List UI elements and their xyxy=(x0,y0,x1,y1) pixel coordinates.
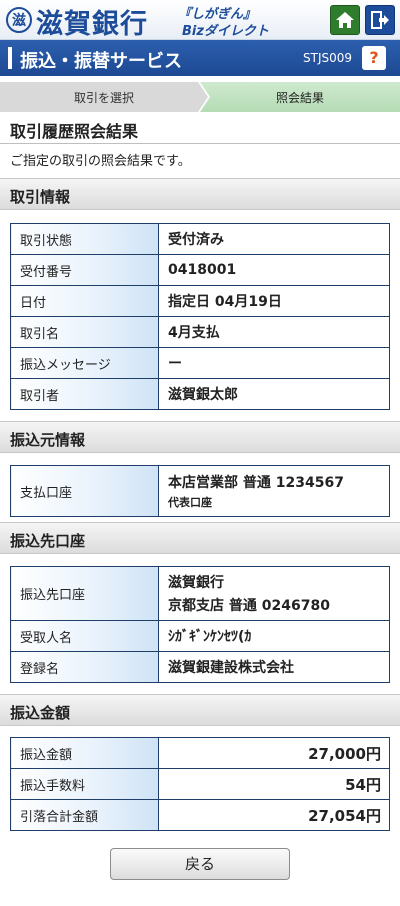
step-result: 照会結果 xyxy=(200,82,400,112)
table-row: 引落合計金額 27,054円 xyxy=(10,799,390,831)
row-value: 本店営業部 普通 1234567 代表口座 xyxy=(158,465,390,517)
row-label: 登録名 xyxy=(10,651,159,683)
row-label: 日付 xyxy=(10,285,159,317)
table-row: 受取人名 ｼｶﾞｷﾞﾝｹﾝｾﾂ(ｶ xyxy=(10,620,390,652)
section-heading: 振込元情報 xyxy=(10,431,86,449)
row-value: ー xyxy=(158,347,390,379)
step-result-label: 照会結果 xyxy=(275,90,324,105)
row-value: 受付済み xyxy=(158,223,390,255)
section-source-info: 振込元情報 xyxy=(0,421,400,453)
logout-button[interactable] xyxy=(365,5,395,35)
table-row: 支払口座 本店営業部 普通 1234567 代表口座 xyxy=(10,465,390,517)
dest-bank: 滋賀銀行 xyxy=(168,575,224,591)
row-value: 滋賀銀建設株式会社 xyxy=(158,651,390,683)
service-title-bar: 振込・振替サービス STJS009 ? xyxy=(0,40,400,76)
source-info-table: 支払口座 本店営業部 普通 1234567 代表口座 xyxy=(10,465,390,517)
table-row: 登録名 滋賀銀建設株式会社 xyxy=(10,651,390,683)
section-heading: 振込先口座 xyxy=(10,532,86,550)
row-label: 振込メッセージ xyxy=(10,347,159,379)
row-label: 支払口座 xyxy=(10,465,159,517)
row-label: 受取人名 xyxy=(10,620,159,652)
table-row: 振込先口座 滋賀銀行 京都支店 普通 0246780 xyxy=(10,566,390,621)
row-label: 受付番号 xyxy=(10,254,159,286)
row-value: 4月支払 xyxy=(158,316,390,348)
section-heading: 振込金額 xyxy=(10,704,71,722)
home-button[interactable] xyxy=(330,5,360,35)
page-heading: 取引履歴照会結果 xyxy=(0,112,400,144)
section-transaction-info: 取引情報 xyxy=(0,178,400,210)
help-button[interactable]: ? xyxy=(362,46,386,70)
row-value: 54円 xyxy=(158,768,390,800)
account-text: 本店営業部 普通 1234567 xyxy=(168,475,344,491)
row-value: 0418001 xyxy=(158,254,390,286)
table-row: 日付 指定日 04月19日 xyxy=(10,285,390,317)
bank-logo-icon: 滋 xyxy=(6,7,32,33)
table-row: 振込金額 27,000円 xyxy=(10,737,390,769)
row-value: 滋賀銀行 京都支店 普通 0246780 xyxy=(158,566,390,621)
logout-icon xyxy=(371,11,389,29)
bank-name: 滋賀銀行 xyxy=(36,9,148,40)
table-row: 振込メッセージ ー xyxy=(10,347,390,379)
row-value: 27,054円 xyxy=(158,799,390,831)
row-value: 指定日 04月19日 xyxy=(158,285,390,317)
row-value: 27,000円 xyxy=(158,737,390,769)
dest-branch-account: 京都支店 普通 0246780 xyxy=(168,598,330,614)
row-label: 振込金額 xyxy=(10,737,159,769)
row-label: 取引状態 xyxy=(10,223,159,255)
brand-line2: Bizダイレクト xyxy=(182,24,269,39)
page-title: 振込・振替サービス xyxy=(20,51,182,72)
row-value: 滋賀銀太郎 xyxy=(158,378,390,410)
transaction-info-table: 取引状態 受付済み 受付番号 0418001 日付 指定日 04月19日 取引名… xyxy=(10,223,390,410)
row-label: 振込手数料 xyxy=(10,768,159,800)
section-heading: 取引情報 xyxy=(10,188,71,206)
title-accent xyxy=(8,47,12,69)
section-amount: 振込金額 xyxy=(0,694,400,726)
step-select: 取引を選択 xyxy=(0,82,208,112)
row-label: 引落合計金額 xyxy=(10,799,159,831)
row-value: ｼｶﾞｷﾞﾝｹﾝｾﾂ(ｶ xyxy=(158,620,390,652)
table-row: 取引名 4月支払 xyxy=(10,316,390,348)
section-destination: 振込先口座 xyxy=(0,522,400,554)
step-indicator: 照会結果 取引を選択 xyxy=(0,82,400,112)
table-row: 取引状態 受付済み xyxy=(10,223,390,255)
table-row: 取引者 滋賀銀太郎 xyxy=(10,378,390,410)
account-sub-label: 代表口座 xyxy=(168,496,212,509)
intro-text: ご指定の取引の照会結果です。 xyxy=(10,154,191,169)
row-label: 取引者 xyxy=(10,378,159,410)
table-row: 振込手数料 54円 xyxy=(10,768,390,800)
page-heading-text: 取引履歴照会結果 xyxy=(10,122,139,141)
step-select-label: 取引を選択 xyxy=(73,90,134,105)
back-button[interactable]: 戻る xyxy=(110,848,290,880)
table-row: 受付番号 0418001 xyxy=(10,254,390,286)
amount-table: 振込金額 27,000円 振込手数料 54円 引落合計金額 27,054円 xyxy=(10,737,390,831)
app-header: 滋 滋賀銀行 『しがぎん』 Bizダイレクト xyxy=(0,0,400,40)
screen-code: STJS009 xyxy=(303,51,353,65)
destination-table: 振込先口座 滋賀銀行 京都支店 普通 0246780 受取人名 ｼｶﾞｷﾞﾝｹﾝ… xyxy=(10,566,390,683)
row-label: 取引名 xyxy=(10,316,159,348)
home-icon xyxy=(336,12,354,28)
row-label: 振込先口座 xyxy=(10,566,159,621)
